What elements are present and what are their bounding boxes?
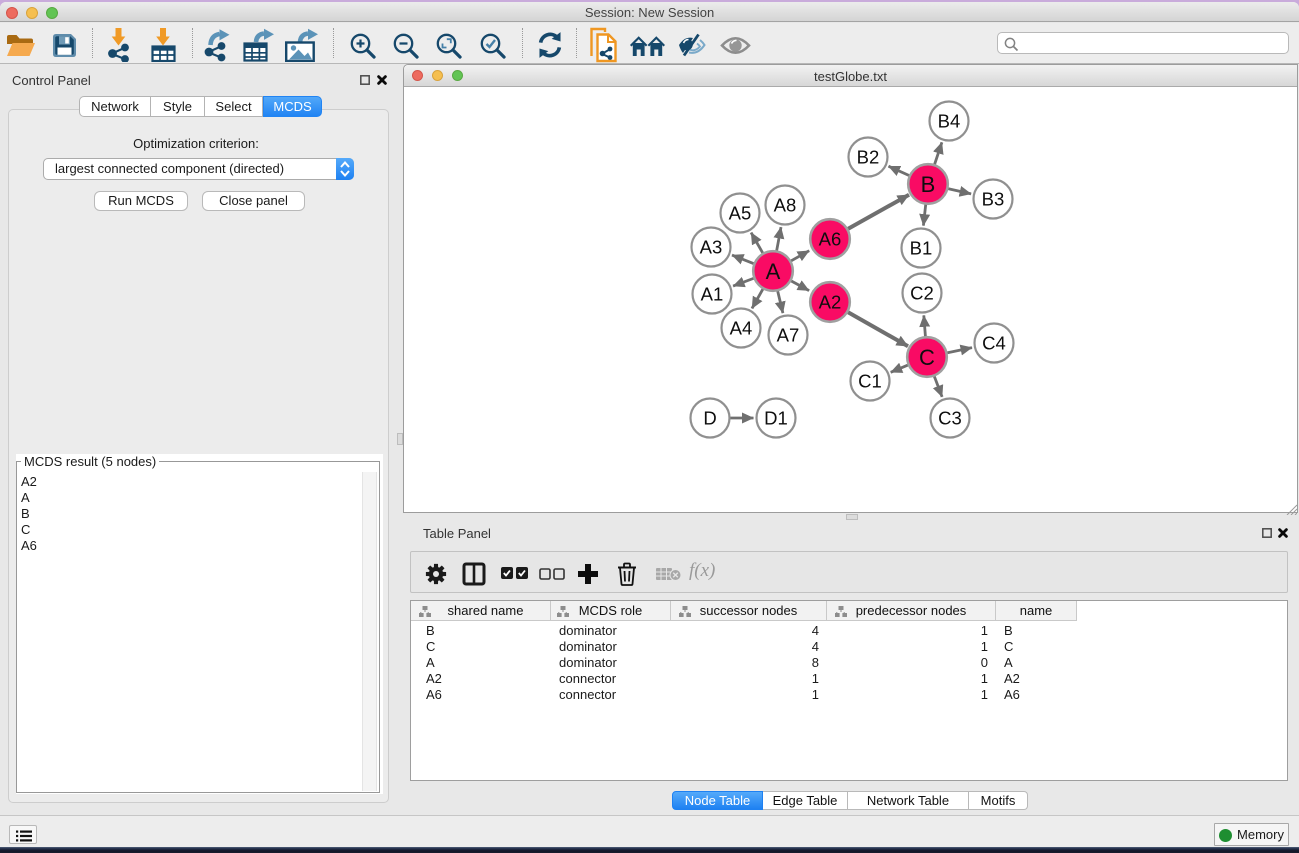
svg-text:B3: B3 (982, 189, 1005, 210)
svg-text:C4: C4 (982, 333, 1006, 354)
svg-text:A4: A4 (730, 318, 753, 339)
svg-text:B4: B4 (938, 111, 961, 132)
svg-text:D1: D1 (764, 408, 788, 429)
svg-text:A5: A5 (729, 203, 752, 224)
svg-text:A3: A3 (700, 237, 723, 258)
svg-text:C1: C1 (858, 371, 882, 392)
svg-text:B: B (921, 172, 936, 197)
svg-text:B2: B2 (857, 147, 880, 168)
svg-text:B1: B1 (910, 238, 933, 259)
svg-text:A2: A2 (819, 292, 842, 313)
svg-text:C2: C2 (910, 283, 934, 304)
svg-text:C3: C3 (938, 408, 962, 429)
svg-text:A: A (766, 259, 781, 284)
svg-text:A8: A8 (774, 195, 797, 216)
svg-text:C: C (919, 345, 935, 370)
svg-text:A1: A1 (701, 284, 724, 305)
svg-text:D: D (703, 408, 716, 429)
svg-text:A6: A6 (819, 229, 842, 250)
svg-text:A7: A7 (777, 325, 800, 346)
